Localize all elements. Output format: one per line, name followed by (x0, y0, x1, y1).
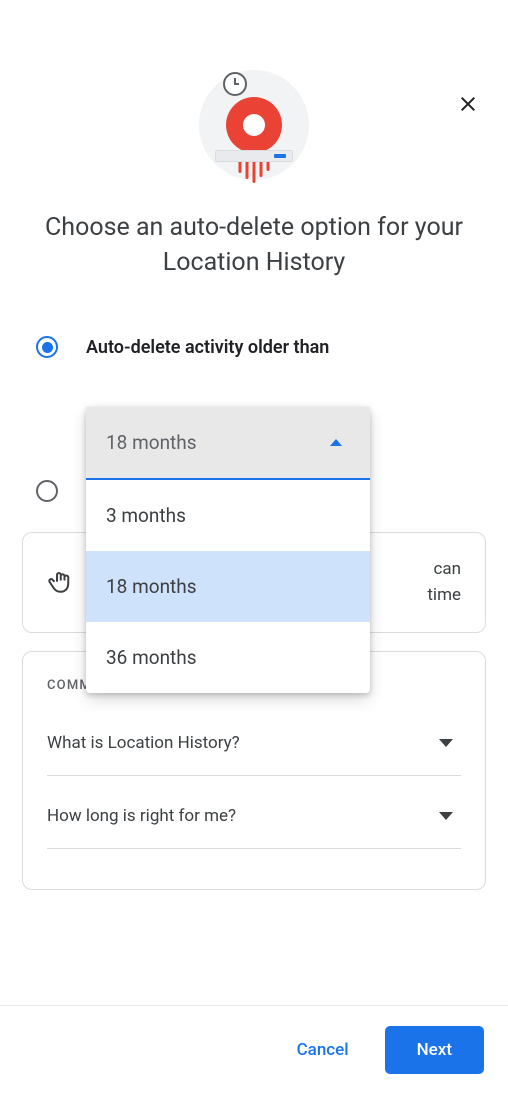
dropdown-selected-value[interactable]: 18 months (86, 407, 370, 480)
question-text: How long is right for me? (47, 806, 236, 826)
question-location-history[interactable]: What is Location History? (47, 733, 461, 776)
close-button[interactable] (456, 92, 480, 116)
chevron-up-icon (330, 439, 342, 446)
chevron-down-icon (439, 812, 453, 820)
next-button[interactable]: Next (385, 1026, 484, 1074)
header-illustration (199, 70, 309, 180)
radio-unselected-icon (36, 480, 58, 502)
question-text: What is Location History? (47, 733, 240, 753)
clock-icon (223, 72, 247, 96)
shred-lines (239, 159, 270, 183)
shredder-icon (215, 150, 293, 162)
question-how-long[interactable]: How long is right for me? (47, 806, 461, 849)
location-pin-icon (226, 97, 282, 153)
option-auto-delete-label: Auto-delete activity older than (86, 337, 329, 358)
cancel-button[interactable]: Cancel (279, 1028, 367, 1072)
dropdown-selected-label: 18 months (106, 431, 197, 454)
radio-selected-icon (36, 336, 58, 358)
close-icon (456, 92, 480, 116)
option-auto-delete[interactable]: Auto-delete activity older than (0, 336, 508, 358)
dropdown-option-36-months[interactable]: 36 months (86, 622, 370, 693)
dropdown-option-3-months[interactable]: 3 months (86, 480, 370, 551)
hand-pointer-icon (47, 568, 77, 598)
page-title: Choose an auto-delete option for your Lo… (40, 210, 468, 280)
chevron-down-icon (439, 739, 453, 747)
duration-dropdown[interactable]: 18 months 3 months 18 months 36 months (86, 407, 370, 693)
footer-actions: Cancel Next (0, 1005, 508, 1094)
dropdown-option-18-months[interactable]: 18 months (86, 551, 370, 622)
